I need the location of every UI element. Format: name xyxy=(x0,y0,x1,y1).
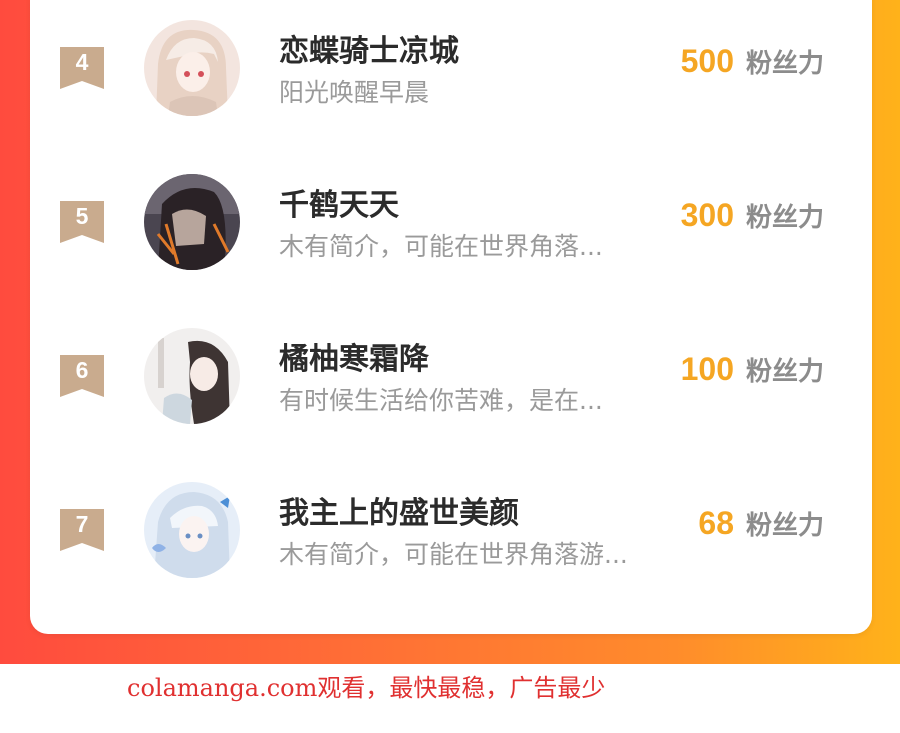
list-item[interactable]: 4 恋蝶骑士凉城 阳光唤醒早晨 500 粉丝力 xyxy=(30,17,872,127)
watermark-text: colamanga.com观看，最快最稳，广告最少 xyxy=(127,674,606,702)
rank-number: 5 xyxy=(75,203,89,229)
user-name[interactable]: 我主上的盛世美颜 xyxy=(279,488,519,532)
fan-power: 500 粉丝力 xyxy=(681,43,824,80)
list-item[interactable]: 7 我主上的盛世美颜 木有简介，可能在世界角落游... 68 粉丝力 xyxy=(30,479,872,589)
fan-power-unit: 粉丝力 xyxy=(745,49,824,79)
user-description: 木有简介，可能在世界角落... xyxy=(279,232,603,261)
avatar[interactable] xyxy=(144,20,240,116)
fan-power-unit: 粉丝力 xyxy=(745,511,824,541)
avatar-image xyxy=(144,20,240,116)
user-description: 木有简介，可能在世界角落游... xyxy=(279,540,628,569)
fan-power-unit: 粉丝力 xyxy=(745,357,824,387)
fan-power-value: 300 xyxy=(680,197,734,233)
user-name[interactable]: 橘柚寒霜降 xyxy=(279,334,429,378)
list-item[interactable]: 6 橘柚寒霜降 有时候生活给你苦难，是在... 100 粉丝力 xyxy=(30,325,872,435)
user-description: 有时候生活给你苦难，是在... xyxy=(279,386,603,415)
fan-power-value: 500 xyxy=(680,43,734,79)
ranking-card: 4 恋蝶骑士凉城 阳光唤醒早晨 500 粉丝力 5 千鹤天天 木有简介，可能在世… xyxy=(30,0,872,634)
user-description: 阳光唤醒早晨 xyxy=(279,78,430,107)
rank-badge: 6 xyxy=(60,355,104,397)
user-name[interactable]: 恋蝶骑士凉城 xyxy=(279,26,459,70)
fan-power-unit: 粉丝力 xyxy=(745,203,824,233)
avatar[interactable] xyxy=(144,482,240,578)
fan-power: 68 粉丝力 xyxy=(698,505,824,542)
fan-power: 100 粉丝力 xyxy=(681,351,824,388)
rank-badge: 7 xyxy=(60,509,104,551)
user-name[interactable]: 千鹤天天 xyxy=(279,180,399,224)
fan-power-value: 100 xyxy=(680,351,734,387)
fan-power-value: 68 xyxy=(698,505,734,541)
avatar[interactable] xyxy=(144,328,240,424)
rank-number: 6 xyxy=(75,357,89,383)
rank-badge: 4 xyxy=(60,47,104,89)
rank-badge: 5 xyxy=(60,201,104,243)
avatar-image xyxy=(144,482,240,578)
list-item[interactable]: 5 千鹤天天 木有简介，可能在世界角落... 300 粉丝力 xyxy=(30,171,872,281)
avatar-image xyxy=(144,328,240,424)
rank-number: 4 xyxy=(75,49,89,75)
avatar-image xyxy=(144,174,240,270)
rank-number: 7 xyxy=(75,511,89,537)
avatar[interactable] xyxy=(144,174,240,270)
fan-power: 300 粉丝力 xyxy=(681,197,824,234)
